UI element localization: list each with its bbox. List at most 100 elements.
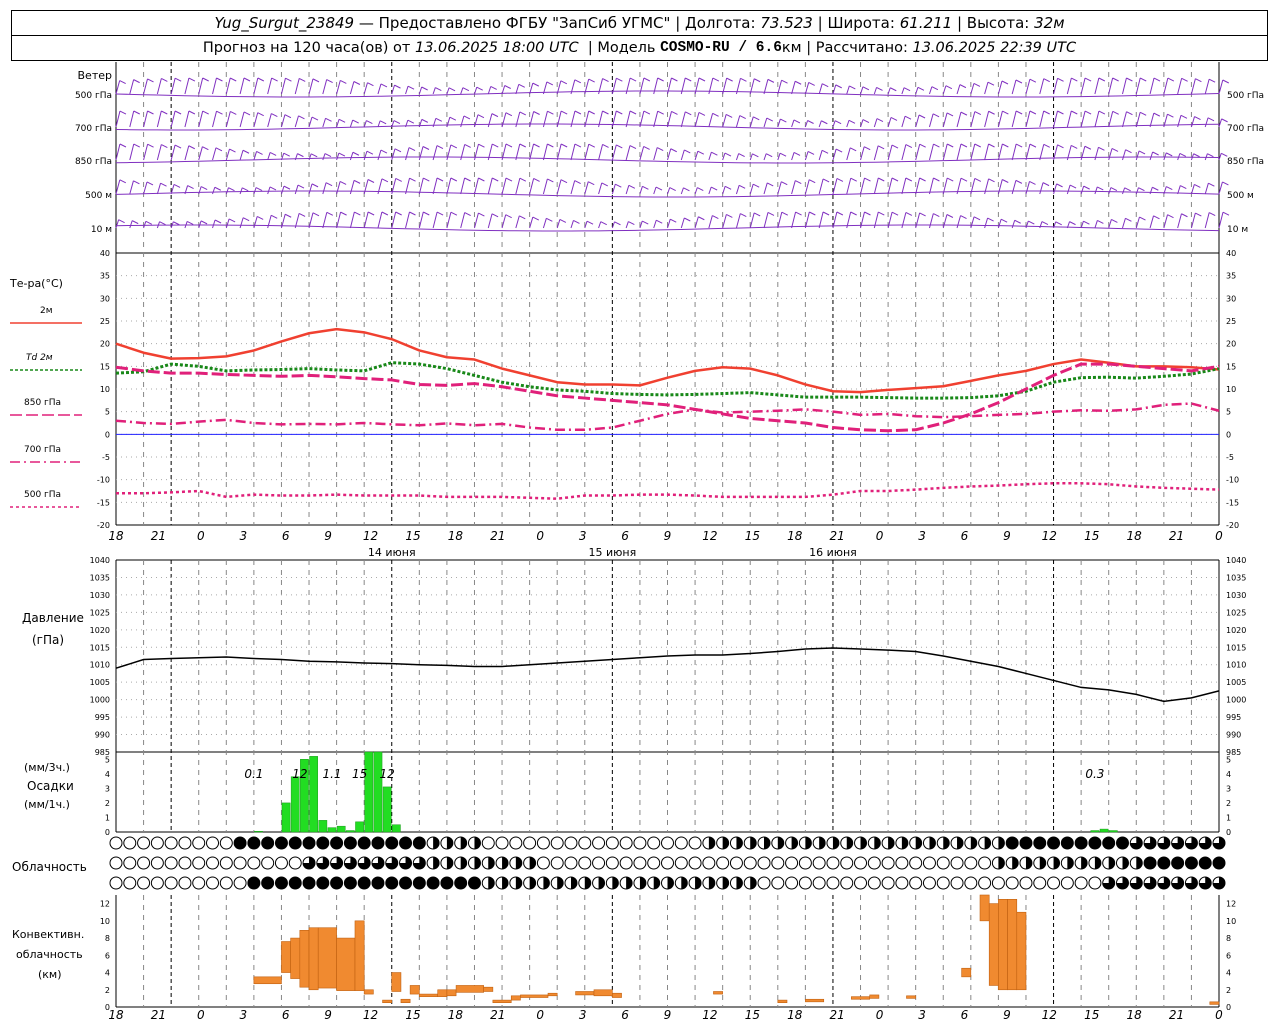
cloud-cover-symbol: [1033, 876, 1047, 890]
cloud-circle: [909, 856, 923, 870]
cloud-circle: [192, 856, 206, 870]
wind-barb: [556, 179, 562, 195]
wind-barb-feather: [436, 211, 444, 216]
wind-barb: [322, 182, 327, 195]
wind-barb: [846, 85, 850, 95]
cloud-cover-symbol: [495, 876, 509, 890]
wind-barb-feather: [753, 78, 761, 83]
wind-barb: [915, 114, 920, 128]
wind-barb: [791, 81, 796, 95]
wind-barb: [432, 145, 438, 161]
wind-barb-feather: [478, 143, 485, 148]
wind-barb-feather: [905, 177, 913, 182]
cloud-fill-part: [1122, 857, 1129, 869]
time-tick-mid: 0: [197, 529, 205, 543]
cloud-cover-symbol: [206, 876, 220, 890]
cloud-circle: [550, 856, 564, 870]
cloud-circle: [550, 836, 564, 850]
cloud-circle: [481, 836, 495, 850]
cloud-circle: [936, 856, 950, 870]
precip-tick-left: 1: [105, 813, 110, 822]
cloud-fill-part: [488, 857, 495, 869]
cloud-circle: [137, 836, 151, 850]
wind-barb-feather: [752, 153, 759, 158]
conv-tick-right: 6: [1226, 951, 1231, 960]
cloud-fill-full: [330, 877, 343, 889]
wind-barb: [860, 177, 865, 195]
precip-tick-left: 5: [105, 755, 110, 764]
cloud-cover-symbol: [936, 876, 950, 890]
temp-legend-label: 850 гПа: [24, 398, 61, 408]
precip-tick-left: 2: [105, 799, 110, 808]
wind-barb: [294, 115, 299, 128]
precip-ylabel-2: Осадки: [27, 779, 74, 793]
wind-barb-feather: [283, 152, 290, 157]
wind-barb: [763, 182, 768, 195]
cloud-cover-symbol: [688, 836, 702, 850]
wind-barb: [239, 111, 245, 128]
cloud-cover-symbol: [523, 876, 537, 890]
wind-barb-feather: [269, 186, 277, 191]
wind-barb: [418, 211, 424, 229]
cloud-cover-symbol: [123, 836, 137, 850]
wind-barb-feather: [242, 217, 250, 222]
cloud-fill-part: [1053, 857, 1060, 869]
wind-barb-feather: [381, 211, 389, 216]
cloud-circle: [812, 856, 826, 870]
wind-barb: [487, 177, 493, 195]
cloud-fill-part: [543, 877, 550, 889]
cloud-cover-symbol: [605, 836, 619, 850]
cloud-cover-symbol: [991, 856, 1005, 870]
cloud-cover-symbol: [1129, 856, 1143, 870]
cloud-cover-symbol: [219, 856, 233, 870]
cloud-cover-symbol: [509, 836, 523, 850]
wind-barb-feather: [919, 177, 926, 182]
wind-barb-feather: [243, 111, 251, 116]
conv-bar: [575, 991, 595, 996]
cloud-fill-part: [722, 877, 729, 889]
wind-barb-feather: [1153, 215, 1160, 220]
cloud-circle: [867, 856, 881, 870]
wind-barb-feather: [781, 79, 788, 84]
wind-barb-feather: [1043, 143, 1050, 148]
temp-tick-right: 25: [1226, 317, 1236, 326]
wind-barb-feather: [588, 181, 595, 186]
conv-bar: [713, 991, 723, 995]
cloud-fill-full: [303, 837, 316, 849]
wind-barb: [735, 185, 740, 195]
wind-barb: [418, 146, 424, 161]
cloud-fill-part: [708, 877, 715, 889]
cloud-fill-part: [474, 837, 481, 849]
wind-barb-feather: [1057, 110, 1064, 115]
cloud-fill-full: [247, 837, 260, 849]
pressure-tick-left: 1040: [90, 556, 110, 565]
time-tick-bottom: 6: [961, 1008, 969, 1022]
wind-barb-feather: [684, 217, 691, 222]
cloud-fill-full: [344, 837, 357, 849]
wind-barb-feather: [960, 177, 968, 182]
wind-barb-feather: [974, 143, 981, 148]
wind-barb: [667, 77, 672, 95]
wind-barb-feather: [200, 220, 208, 225]
wind-barb-feather: [739, 115, 746, 120]
wind-barb-feather: [519, 143, 526, 148]
temp-tick-right: -10: [1226, 476, 1239, 485]
cloud-circle: [922, 856, 936, 870]
wind-barb-feather: [616, 77, 623, 82]
wind-barb-feather: [174, 144, 182, 149]
wind-barb: [239, 150, 244, 161]
wind-barb-feather: [1207, 153, 1214, 158]
pressure-tick-right: 1010: [1226, 661, 1246, 670]
wind-barb: [280, 78, 286, 95]
cloud-cover-symbol: [633, 876, 647, 890]
cloud-fill-full: [1019, 837, 1032, 849]
wind-barb: [1218, 181, 1223, 195]
wind-barb-feather: [408, 147, 416, 152]
wind-barb: [143, 78, 148, 95]
cloud-cover-symbol: [426, 836, 440, 850]
cloud-cover-symbol: [247, 836, 261, 850]
cloud-cover-symbol: [1157, 856, 1171, 870]
wind-barb: [928, 86, 933, 95]
wind-barb: [708, 215, 713, 229]
wind-barb: [487, 213, 493, 229]
